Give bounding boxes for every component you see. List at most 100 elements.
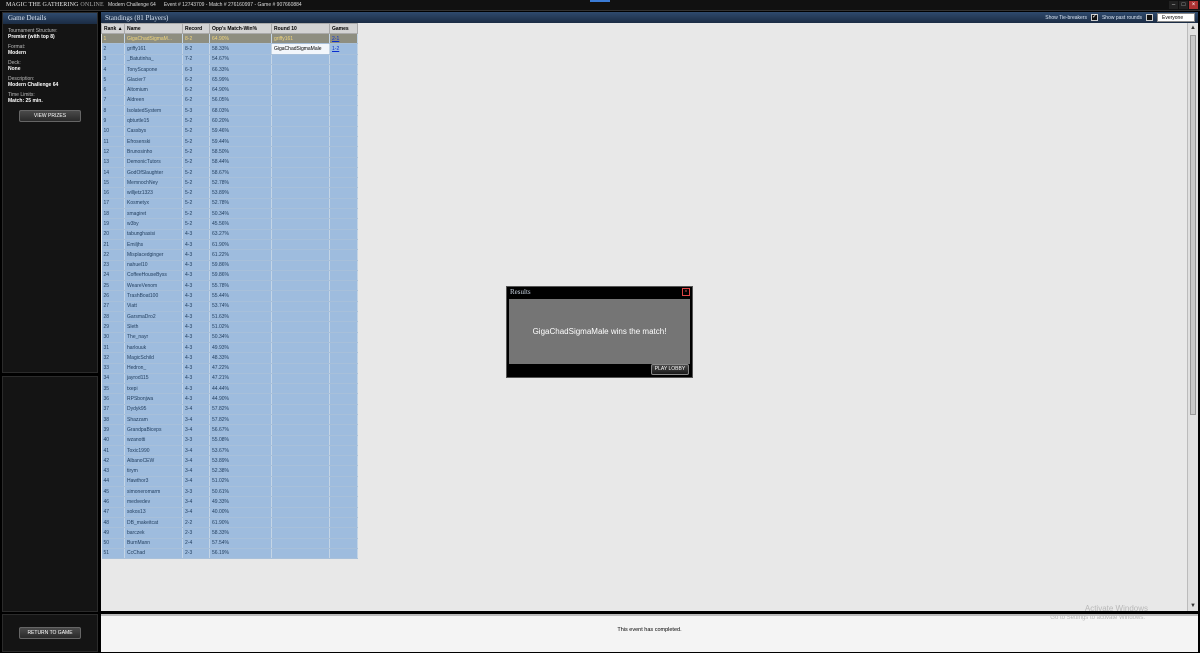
col-opp-header[interactable]: Opp's Match-Win% xyxy=(209,23,272,34)
table-row[interactable]: 7 Aldreen 6-2 56.05% xyxy=(101,95,358,107)
table-row[interactable]: 50 BurnMann 2-4 57.54% xyxy=(101,538,358,549)
table-row[interactable]: 39 GrandpaBiceps 3-4 56.67% xyxy=(101,424,358,436)
cell-games xyxy=(329,342,358,354)
col-round10-header[interactable]: Round 10 xyxy=(271,23,330,34)
table-row[interactable]: 16 willjetz1323 5-2 53.89% xyxy=(101,187,358,199)
table-row[interactable]: 28 GarsmaDro2 4-3 51.63% xyxy=(101,311,358,323)
cell-name: Aldreen xyxy=(124,95,183,107)
table-row[interactable]: 31 harlouuk 4-3 49.93% xyxy=(101,342,358,354)
table-row[interactable]: 40 wzanotti 3-3 55.08% xyxy=(101,435,358,446)
table-row[interactable]: 15 MemnochNey 5-2 52.78% xyxy=(101,177,358,189)
table-row[interactable]: 9 qbturtle15 5-2 60.20% xyxy=(101,115,358,127)
cell-name: Viatt xyxy=(124,301,183,313)
cell-record: 3-4 xyxy=(182,465,210,477)
cell-games[interactable]: 2-1 xyxy=(329,33,358,45)
table-row[interactable]: 17 Kosmetyx 5-2 52.78% xyxy=(101,198,358,210)
cell-record: 5-2 xyxy=(182,157,210,168)
vertical-scrollbar[interactable]: ▲ ▼ xyxy=(1187,23,1198,611)
cell-round10 xyxy=(271,465,330,477)
table-row[interactable]: 23 nahuel10 4-3 59.86% xyxy=(101,260,358,271)
scroll-thumb[interactable] xyxy=(1190,35,1196,415)
table-row[interactable]: 26 TrashBoat100 4-3 55.44% xyxy=(101,290,358,302)
cell-games xyxy=(329,548,358,560)
cell-round10 xyxy=(271,352,330,364)
table-row[interactable]: 33 Hedron_ 4-3 47.22% xyxy=(101,363,358,374)
cell-games[interactable]: 1-2 xyxy=(329,43,358,55)
cell-games xyxy=(329,167,358,179)
cell-games xyxy=(329,229,358,240)
table-row[interactable]: 22 Misplacedginger 4-3 61.22% xyxy=(101,249,358,261)
cell-games xyxy=(329,280,358,292)
col-name-header[interactable]: Name xyxy=(124,23,183,34)
table-row[interactable]: 6 Altomium 6-2 64.90% xyxy=(101,84,358,96)
view-prizes-button[interactable]: VIEW PRIZES xyxy=(19,110,81,122)
table-row[interactable]: 8 IsolatedSystem 5-3 68.03% xyxy=(101,105,358,117)
scroll-down-icon[interactable]: ▼ xyxy=(1189,602,1197,610)
maximize-icon[interactable]: □ xyxy=(1179,1,1188,9)
table-row[interactable]: 32 MagicSchild 4-3 48.33% xyxy=(101,352,358,364)
cell-round10 xyxy=(271,383,330,395)
close-icon[interactable]: × xyxy=(682,288,690,296)
table-row[interactable]: 11 Efrosenski 5-2 59.44% xyxy=(101,136,358,148)
table-row[interactable]: 37 Dydyk95 3-4 57.82% xyxy=(101,404,358,415)
table-row[interactable]: 20 tabunghasisi 4-3 63.27% xyxy=(101,229,358,240)
table-row[interactable]: 29 Sleth 4-3 51.02% xyxy=(101,321,358,333)
col-record-header[interactable]: Record xyxy=(182,23,210,34)
table-row[interactable]: 36 RPSbonjwa 4-3 44.90% xyxy=(101,393,358,405)
table-row[interactable]: 35 txepi 4-3 44.44% xyxy=(101,383,358,395)
cell-round10 xyxy=(271,404,330,415)
cell-record: 4-3 xyxy=(182,332,210,343)
table-row[interactable]: 2 griffy161 8-2 58.33% GigaChadSigmaMale 1-2 xyxy=(101,43,358,55)
table-row[interactable]: 1 GigaChadSigmaM... 8-2 64.90% griffy161 2-1 xyxy=(101,33,358,45)
show-tiebreakers-checkbox[interactable]: ✓ xyxy=(1090,14,1098,21)
table-row[interactable]: 46 medvedev 3-4 49.33% xyxy=(101,496,358,508)
table-row[interactable]: 38 Shazzam 3-4 57.82% xyxy=(101,414,358,426)
table-row[interactable]: 48 DB_makeitcat 2-2 61.90% xyxy=(101,517,358,529)
game-details-title: Game Details xyxy=(3,13,97,24)
play-lobby-button[interactable]: PLAY LOBBY xyxy=(651,364,689,375)
table-row[interactable]: 5 Glacier7 6-2 65.99% xyxy=(101,74,358,86)
cell-games xyxy=(329,84,358,96)
table-row[interactable]: 43 tirym 3-4 52.38% xyxy=(101,465,358,477)
scroll-up-icon[interactable]: ▲ xyxy=(1189,24,1197,32)
table-row[interactable]: 24 CoffeeHouseByss 4-3 59.86% xyxy=(101,270,358,282)
table-row[interactable]: 12 Brunosinho 5-2 58.50% xyxy=(101,146,358,158)
table-row[interactable]: 10 Cassbys 5-2 59.46% xyxy=(101,126,358,137)
show-past-rounds-checkbox[interactable] xyxy=(1146,14,1153,21)
cell-rank: 40 xyxy=(101,435,125,446)
table-row[interactable]: 25 WeareVenom 4-3 55.78% xyxy=(101,280,358,292)
minimize-icon[interactable]: – xyxy=(1169,1,1178,9)
table-row[interactable]: 14 GodOfSlaughter 5-2 58.67% xyxy=(101,167,358,179)
table-row[interactable]: 47 sokos13 3-4 40.00% xyxy=(101,507,358,518)
table-row[interactable]: 18 smagiret 5-2 50.34% xyxy=(101,208,358,220)
close-window-icon[interactable]: × xyxy=(1189,1,1198,9)
col-games-header[interactable]: Games xyxy=(329,23,358,34)
table-row[interactable]: 51 CcChad 2-3 56.19% xyxy=(101,548,358,560)
cell-name: Efrosenski xyxy=(124,136,183,148)
col-rank-header[interactable]: Rank ▲ xyxy=(101,23,125,34)
table-row[interactable]: 49 barczek 2-3 58.33% xyxy=(101,527,358,539)
table-row[interactable]: 30 The_nayr 4-3 50.34% xyxy=(101,332,358,343)
table-row[interactable]: 42 AlbanoCEW 3-4 53.89% xyxy=(101,455,358,467)
games-link[interactable]: 2-1 xyxy=(332,36,339,42)
cell-rank: 23 xyxy=(101,260,125,271)
table-row[interactable]: 19 w3by 5-2 45.56% xyxy=(101,218,358,230)
table-row[interactable]: 21 Emiljhs 4-3 61.90% xyxy=(101,239,358,251)
return-to-game-button[interactable]: RETURN TO GAME xyxy=(19,627,81,639)
table-row[interactable]: 34 jayrod115 4-3 47.21% xyxy=(101,373,358,385)
cell-round10 xyxy=(271,136,330,148)
cell-name: Dydyk95 xyxy=(124,404,183,415)
table-row[interactable]: 3 _Batutinha_ 7-2 54.67% xyxy=(101,54,358,65)
player-filter-dropdown[interactable]: Everyone xyxy=(1157,13,1195,22)
cell-rank: 30 xyxy=(101,332,125,343)
table-row[interactable]: 13 DemonicTutors 5-2 58.44% xyxy=(101,157,358,168)
table-row[interactable]: 44 Hawthor3 3-4 51.02% xyxy=(101,476,358,488)
games-link[interactable]: 1-2 xyxy=(332,46,339,52)
table-row[interactable]: 4 TonyScapone 6-3 66.33% xyxy=(101,64,358,76)
cell-round10 xyxy=(271,363,330,374)
table-row[interactable]: 45 simoneromarm 3-3 50.61% xyxy=(101,486,358,498)
table-row[interactable]: 41 Toxic1990 3-4 53.67% xyxy=(101,445,358,457)
cell-name: GarsmaDro2 xyxy=(124,311,183,323)
cell-name: Altomium xyxy=(124,84,183,96)
table-row[interactable]: 27 Viatt 4-3 53.74% xyxy=(101,301,358,313)
